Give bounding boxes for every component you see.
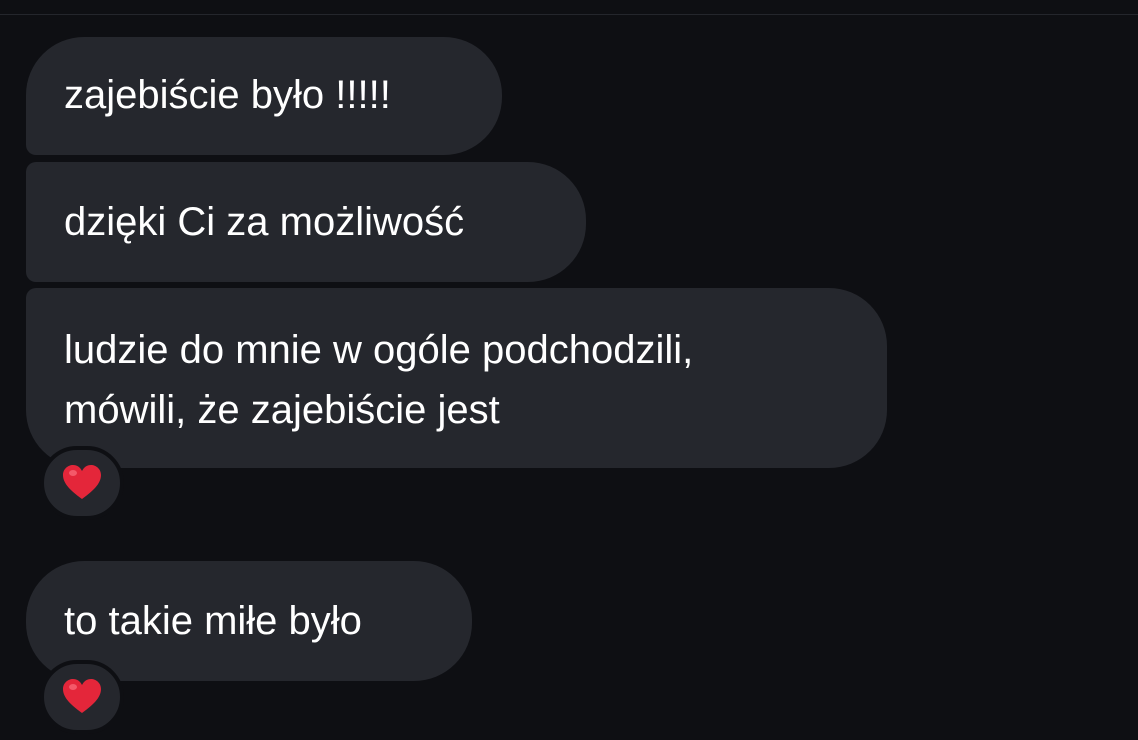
message-text: zajebiście było !!!!! xyxy=(64,73,391,117)
reaction-badge[interactable] xyxy=(40,446,124,520)
heart-icon xyxy=(63,465,101,499)
top-divider xyxy=(0,14,1138,15)
message-text: to takie miłe było xyxy=(64,599,362,643)
heart-icon xyxy=(63,679,101,713)
message-bubble[interactable]: dzięki Ci za możliwość xyxy=(26,162,586,282)
message-text: dzięki Ci za możliwość xyxy=(64,200,465,244)
message-text: ludzie do mnie w ogóle podchodzili, xyxy=(64,328,694,372)
reaction-badge[interactable] xyxy=(40,660,124,734)
message-bubble[interactable]: ludzie do mnie w ogóle podchodzili, mówi… xyxy=(26,288,887,468)
message-bubble[interactable]: zajebiście było !!!!! xyxy=(26,37,502,155)
message-text: mówili, że zajebiście jest xyxy=(64,388,500,432)
